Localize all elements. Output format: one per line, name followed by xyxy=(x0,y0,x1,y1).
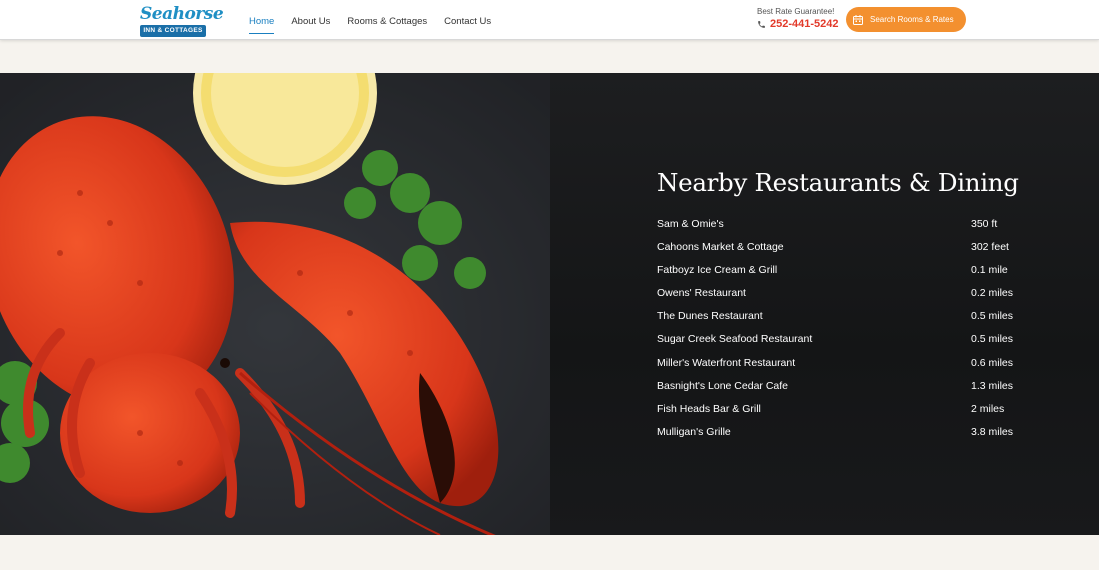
restaurant-row: The Dunes Restaurant 0.5 miles xyxy=(657,309,1017,332)
site-header: Seahorse INN & COTTAGES Home About Us Ro… xyxy=(0,0,1099,40)
phone-icon xyxy=(758,20,765,28)
restaurant-distance: 0.6 miles xyxy=(971,356,1014,369)
restaurant-name: Sugar Creek Seafood Restaurant xyxy=(657,333,813,346)
restaurant-name: Owens' Restaurant xyxy=(657,287,746,300)
header-spacer xyxy=(0,41,1099,73)
nav-home[interactable]: Home xyxy=(249,0,275,40)
restaurant-distance: 0.5 miles xyxy=(971,310,1014,323)
restaurant-row: Sugar Creek Seafood Restaurant 0.5 miles xyxy=(657,332,1017,355)
dining-section: Nearby Restaurants & Dining Sam & Omie's… xyxy=(0,73,1099,535)
phone-link[interactable]: 252-441-5242 xyxy=(757,17,839,31)
restaurant-distance: 0.5 miles xyxy=(971,333,1014,346)
restaurant-name: Miller's Waterfront Restaurant xyxy=(657,356,796,369)
rate-guarantee: Best Rate Guarantee! 252-441-5242 xyxy=(757,7,839,31)
restaurant-name: Sam & Omie's xyxy=(657,218,724,230)
restaurant-distance: 0.1 mile xyxy=(971,264,1008,277)
nav-contact-us[interactable]: Contact Us xyxy=(444,0,491,40)
restaurant-distance: 3.8 miles xyxy=(971,425,1014,438)
calendar-icon xyxy=(853,14,863,25)
search-rooms-button[interactable]: Search Rooms & Rates xyxy=(846,7,966,32)
site-logo[interactable]: Seahorse INN & COTTAGES xyxy=(140,4,224,37)
restaurant-row: Fatboyz Ice Cream & Grill 0.1 mile xyxy=(657,263,1017,286)
lobster-photo xyxy=(0,73,550,535)
section-title: Nearby Restaurants & Dining xyxy=(657,168,1019,197)
phone-number: 252-441-5242 xyxy=(770,18,839,30)
restaurant-row: Basnight's Lone Cedar Cafe 1.3 miles xyxy=(657,379,1017,402)
restaurant-name: Cahoons Market & Cottage xyxy=(657,241,784,254)
logo-banner: INN & COTTAGES xyxy=(140,25,206,37)
search-button-label: Search Rooms & Rates xyxy=(870,15,954,24)
restaurant-distance: 0.2 miles xyxy=(971,287,1014,300)
restaurant-distance: 350 ft xyxy=(971,218,998,230)
nav-rooms-cottages[interactable]: Rooms & Cottages xyxy=(347,0,427,40)
logo-script: Seahorse xyxy=(140,4,224,24)
restaurant-row: Miller's Waterfront Restaurant 0.6 miles xyxy=(657,356,1017,379)
restaurant-name: Mulligan's Grille xyxy=(657,425,731,438)
restaurant-row: Mulligan's Grille 3.8 miles xyxy=(657,425,1017,448)
main-nav: Home About Us Rooms & Cottages Contact U… xyxy=(249,0,508,40)
restaurant-distance: 302 feet xyxy=(971,241,1009,254)
restaurant-name: The Dunes Restaurant xyxy=(657,310,763,323)
restaurant-name: Basnight's Lone Cedar Cafe xyxy=(657,379,789,392)
rate-label: Best Rate Guarantee! xyxy=(757,7,835,16)
restaurant-distance: 2 miles xyxy=(971,402,1005,415)
restaurant-row: Cahoons Market & Cottage 302 feet xyxy=(657,240,1017,263)
restaurant-row: Fish Heads Bar & Grill 2 miles xyxy=(657,402,1017,425)
restaurant-name: Fish Heads Bar & Grill xyxy=(657,402,761,415)
restaurant-row: Sam & Omie's 350 ft xyxy=(657,217,1017,240)
restaurant-row: Owens' Restaurant 0.2 miles xyxy=(657,286,1017,309)
restaurant-name: Fatboyz Ice Cream & Grill xyxy=(657,264,778,277)
nav-about-us[interactable]: About Us xyxy=(291,0,330,40)
restaurant-distance: 1.3 miles xyxy=(971,379,1014,392)
restaurant-list: Sam & Omie's 350 ft Cahoons Market & Cot… xyxy=(657,217,1017,448)
page-footer-strip xyxy=(0,535,1099,570)
